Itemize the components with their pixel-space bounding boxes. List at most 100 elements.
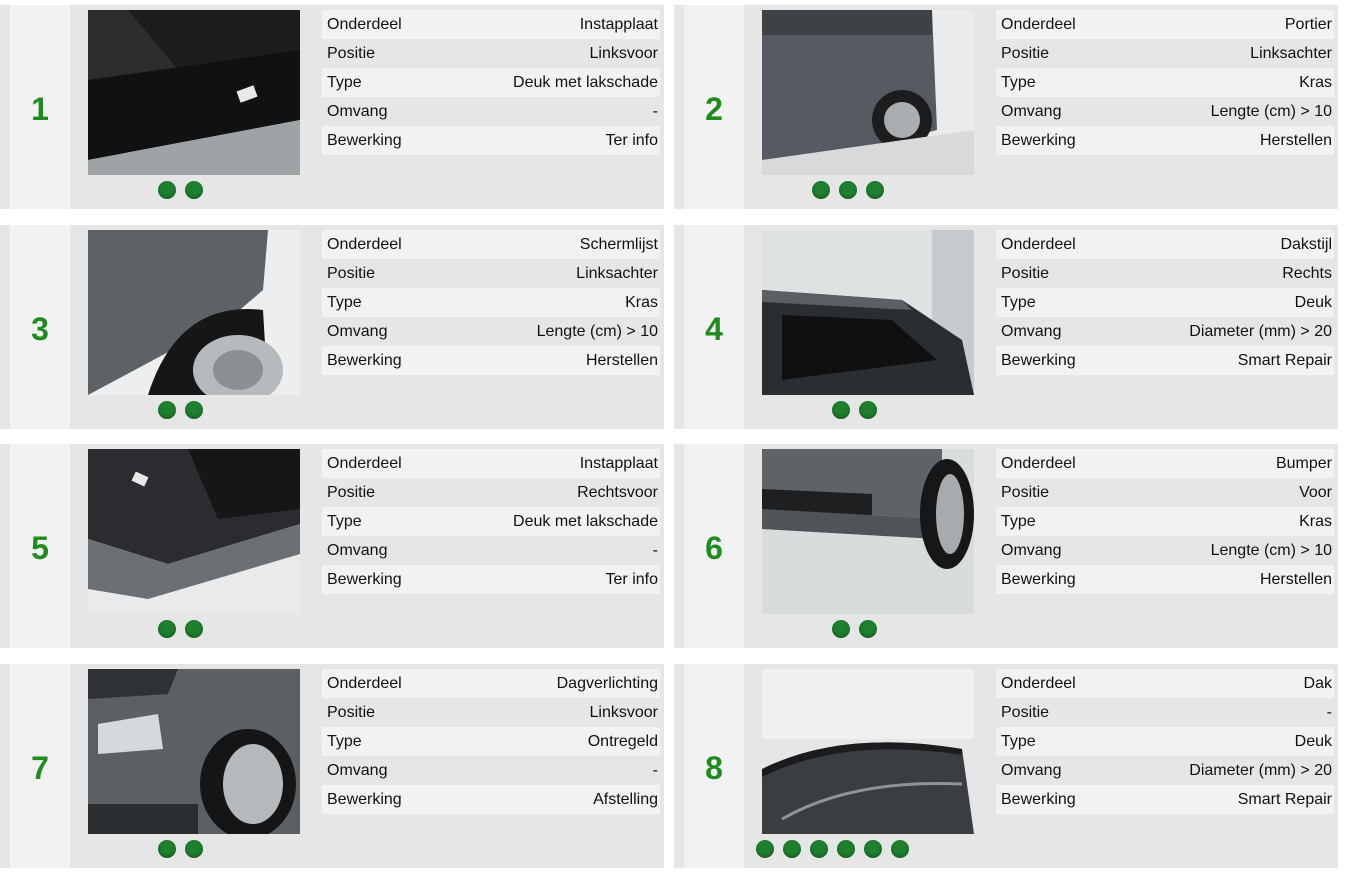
damage-details: Onderdeel Dakstijl Positie Rechts Type Deuk… (996, 230, 1334, 375)
detail-label: Type (1001, 512, 1036, 530)
detail-value: Rechtsvoor (577, 483, 658, 501)
detail-label: Type (327, 732, 362, 750)
pagination-dot[interactable] (185, 401, 203, 419)
detail-label: Onderdeel (1001, 15, 1076, 33)
photo-pagination[interactable] (756, 840, 909, 858)
detail-label: Onderdeel (327, 235, 402, 253)
damage-photo[interactable] (88, 10, 300, 175)
detail-label: Onderdeel (327, 674, 402, 692)
detail-value: Instapplaat (579, 15, 658, 33)
detail-label: Bewerking (327, 131, 402, 149)
detail-value: Schermlijst (579, 235, 658, 253)
damage-card: 2 Onderdeel Portier Positie Linksachter Ty… (674, 5, 1338, 209)
detail-label: Omvang (1001, 541, 1062, 559)
detail-row: Positie Linksachter (996, 39, 1334, 68)
detail-label: Bewerking (1001, 790, 1076, 808)
pagination-dot[interactable] (158, 401, 176, 419)
detail-value: Dakstijl (1280, 235, 1332, 253)
damage-card: 1 Onderdeel Instapplaat Positie Linksvoor … (0, 5, 664, 209)
detail-row: Type Ontregeld (322, 727, 660, 756)
damage-photo[interactable] (762, 449, 974, 614)
damage-number-column: 7 (10, 664, 70, 868)
damage-photo[interactable] (88, 449, 300, 614)
photo-pagination[interactable] (158, 401, 203, 419)
detail-label: Type (1001, 293, 1036, 311)
detail-row: Type Kras (996, 507, 1334, 536)
pagination-dot[interactable] (158, 181, 176, 199)
pagination-dot[interactable] (866, 181, 884, 199)
photo-pagination[interactable] (158, 181, 203, 199)
pagination-dot[interactable] (891, 840, 909, 858)
detail-label: Omvang (1001, 102, 1062, 120)
damage-card: 5 Onderdeel Instapplaat Positie Rechtsvoor… (0, 444, 664, 648)
detail-label: Omvang (1001, 761, 1062, 779)
detail-value: Smart Repair (1237, 790, 1332, 808)
pagination-dot[interactable] (783, 840, 801, 858)
detail-value: Lengte (cm) > 10 (1210, 541, 1332, 559)
damage-number-column: 6 (684, 444, 744, 648)
photo-pagination[interactable] (832, 620, 877, 638)
detail-row: Bewerking Herstellen (322, 346, 660, 375)
detail-row: Type Kras (996, 68, 1334, 97)
damage-photo[interactable] (762, 10, 974, 175)
detail-value: Dak (1303, 674, 1332, 692)
photo-pagination[interactable] (832, 401, 877, 419)
detail-label: Onderdeel (327, 15, 402, 33)
damage-details: Onderdeel Instapplaat Positie Rechtsvoor T… (322, 449, 660, 594)
detail-row: Positie - (996, 698, 1334, 727)
detail-value: Voor (1299, 483, 1332, 501)
detail-label: Onderdeel (1001, 235, 1076, 253)
detail-row: Type Deuk met lakschade (322, 68, 660, 97)
detail-value: Kras (1299, 73, 1332, 91)
damage-details: Onderdeel Dak Positie - Type Deuk Omvang Dia… (996, 669, 1334, 814)
damage-number: 5 (31, 530, 49, 566)
pagination-dot[interactable] (832, 620, 850, 638)
detail-label: Omvang (327, 761, 388, 779)
damage-photo[interactable] (762, 230, 974, 395)
pagination-dot[interactable] (185, 840, 203, 858)
pagination-dot[interactable] (158, 840, 176, 858)
pagination-dot[interactable] (864, 840, 882, 858)
pagination-dot[interactable] (832, 401, 850, 419)
detail-value: Portier (1284, 15, 1332, 33)
detail-value: Linksachter (576, 264, 658, 282)
damage-details: Onderdeel Dagverlichting Positie Linksvoor… (322, 669, 660, 814)
photo-pagination[interactable] (158, 840, 203, 858)
pagination-dot[interactable] (158, 620, 176, 638)
pagination-dot[interactable] (859, 620, 877, 638)
damage-card: 6 Onderdeel Bumper Positie Voor Type Kras O… (674, 444, 1338, 648)
detail-value: - (652, 761, 658, 779)
damage-photo[interactable] (88, 669, 300, 834)
damage-details: Onderdeel Portier Positie Linksachter Type… (996, 10, 1334, 155)
detail-value: Herstellen (585, 351, 658, 369)
detail-label: Positie (327, 703, 376, 721)
detail-label: Omvang (1001, 322, 1062, 340)
pagination-dot[interactable] (810, 840, 828, 858)
photo-pagination[interactable] (812, 181, 884, 199)
damage-number-column: 1 (10, 5, 70, 209)
detail-value: Deuk met lakschade (513, 512, 658, 530)
detail-label: Onderdeel (1001, 674, 1076, 692)
detail-label: Positie (327, 483, 376, 501)
pagination-dot[interactable] (839, 181, 857, 199)
pagination-dot[interactable] (185, 181, 203, 199)
pagination-dot[interactable] (185, 620, 203, 638)
photo-pagination[interactable] (158, 620, 203, 638)
detail-label: Bewerking (327, 351, 402, 369)
pagination-dot[interactable] (837, 840, 855, 858)
damage-photo[interactable] (88, 230, 300, 395)
detail-row: Omvang - (322, 536, 660, 565)
damage-details: Onderdeel Schermlijst Positie Linksachter … (322, 230, 660, 375)
detail-row: Positie Linksachter (322, 259, 660, 288)
pagination-dot[interactable] (859, 401, 877, 419)
detail-label: Bewerking (1001, 131, 1076, 149)
detail-row: Omvang - (322, 97, 660, 126)
detail-label: Type (327, 293, 362, 311)
detail-row: Positie Linksvoor (322, 39, 660, 68)
pagination-dot[interactable] (756, 840, 774, 858)
damage-photo[interactable] (762, 669, 974, 834)
damage-number: 7 (31, 750, 49, 786)
detail-value: Deuk (1294, 732, 1332, 750)
detail-row: Onderdeel Schermlijst (322, 230, 660, 259)
pagination-dot[interactable] (812, 181, 830, 199)
